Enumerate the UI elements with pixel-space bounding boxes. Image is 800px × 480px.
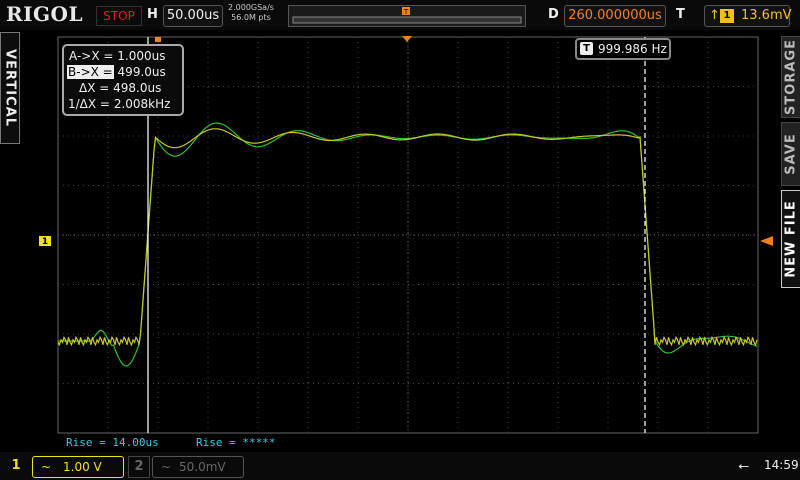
cursor-b-value: 499.0us (117, 65, 166, 79)
trigger-position-marker (402, 36, 412, 42)
channel-1-setting[interactable]: ~ 1.00 V (32, 456, 124, 478)
cursor-a-value: 1.000us (117, 49, 166, 63)
clock: 14:59 (764, 458, 799, 472)
channel-2-setting[interactable]: ~ 50.0mV (152, 456, 244, 478)
ac-coupling-icon-ch2: ~ (161, 460, 172, 474)
cursor-inverse-label: 1/ΔX = (68, 97, 110, 111)
channel-1-level-label: 1 (42, 237, 48, 247)
counter-frequency: 999.986 Hz (598, 42, 667, 56)
trigger-level-marker (760, 236, 773, 246)
frequency-counter: T 999.986 Hz (575, 38, 671, 60)
channel-2-button[interactable]: 2 (128, 456, 150, 478)
measurement-rise-ch1: Rise = 14.00us (66, 436, 159, 449)
usb-icon: ⭠ (738, 458, 750, 474)
cursor-delta-value: 498.0us (113, 81, 162, 95)
cursor-a-marker (155, 37, 161, 42)
cursor-b-readout: B->X = 499.0us (67, 65, 166, 79)
ac-coupling-icon: ~ (41, 460, 52, 474)
channel-1-scale: 1.00 V (63, 460, 102, 474)
cursor-readout-panel: A->X = 1.000us B->X = 499.0us ΔX = 498.0… (62, 44, 184, 116)
channel-2-scale: 50.0mV (179, 460, 226, 474)
measurement-bar: Rise = 14.00us Rise = ***** (60, 436, 760, 450)
measurement-rise-ch2: Rise = ***** (196, 436, 276, 449)
cursor-delta-label: ΔX = (79, 81, 110, 95)
cursor-delta-readout: ΔX = 498.0us (79, 81, 161, 95)
cursor-a-label: A->X = (69, 49, 114, 63)
channel-status-bar: 1 ~ 1.00 V 2 ~ 50.0mV ⭠ 14:59 (0, 452, 800, 480)
counter-t-icon: T (580, 42, 593, 55)
cursor-a-readout: A->X = 1.000us (69, 49, 165, 63)
cursor-inverse-readout: 1/ΔX = 2.008kHz (68, 97, 170, 111)
cursor-inverse-value: 2.008kHz (113, 97, 171, 111)
cursor-b-label: B->X = (67, 65, 114, 79)
channel-1-button[interactable]: 1 (6, 456, 26, 476)
